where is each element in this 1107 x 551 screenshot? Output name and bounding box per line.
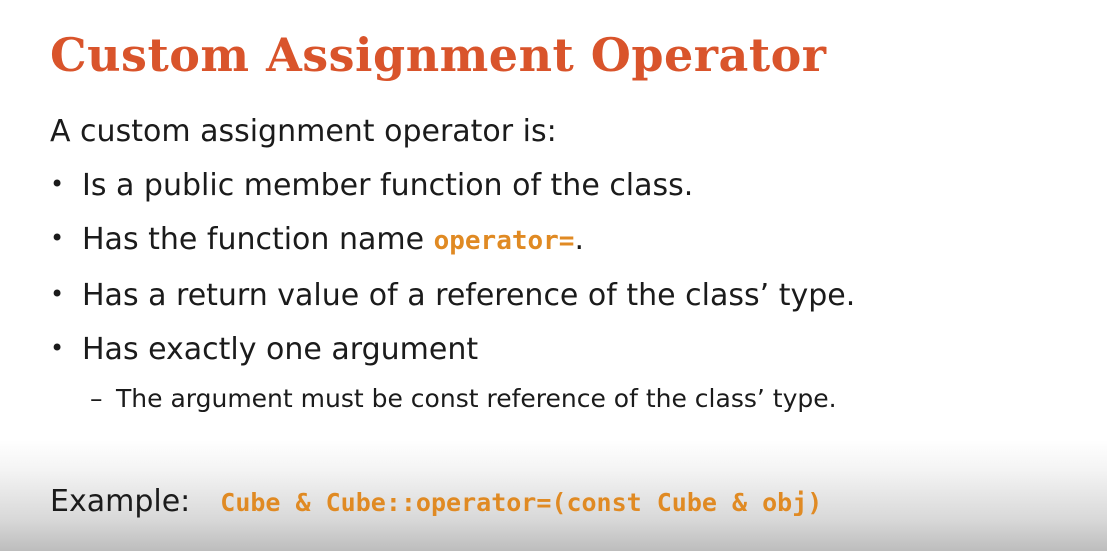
bullet-item: • Has exactly one argument (50, 332, 478, 367)
slide-title: Custom Assignment Operator (50, 28, 827, 82)
bullet-text: . (574, 222, 585, 257)
bullet-text: Is a public member function of the class… (82, 168, 694, 203)
bullet-dot: • (50, 280, 65, 308)
inline-code: operator= (433, 226, 575, 256)
sub-bullet-text: The argument must be const reference of … (116, 384, 837, 413)
example-code: Cube & Cube::operator=(const Cube & obj) (220, 488, 823, 517)
dash-glyph: – (90, 384, 103, 413)
bullet-text: Has a return value of a reference of the… (82, 278, 856, 313)
bullet-dot: • (50, 334, 65, 362)
bullet-item: • Has a return value of a reference of th… (50, 278, 855, 313)
bullet-item: • Has the function name operator=. (50, 222, 584, 257)
bullet-item: • Is a public member function of the clas… (50, 168, 693, 203)
bullet-text: Has exactly one argument (82, 332, 479, 367)
intro-text: A custom assignment operator is: (50, 114, 557, 149)
example-label: Example: (50, 484, 191, 519)
bullet-dot: • (50, 224, 65, 252)
bullet-dot: • (50, 170, 65, 198)
slide: Custom Assignment Operator A custom assi… (0, 0, 1107, 551)
sub-bullet-item: – The argument must be const reference of… (90, 384, 837, 413)
example-line: Example: Cube & Cube::operator=(const Cub… (50, 484, 822, 519)
bullet-text: Has the function name (82, 222, 434, 257)
